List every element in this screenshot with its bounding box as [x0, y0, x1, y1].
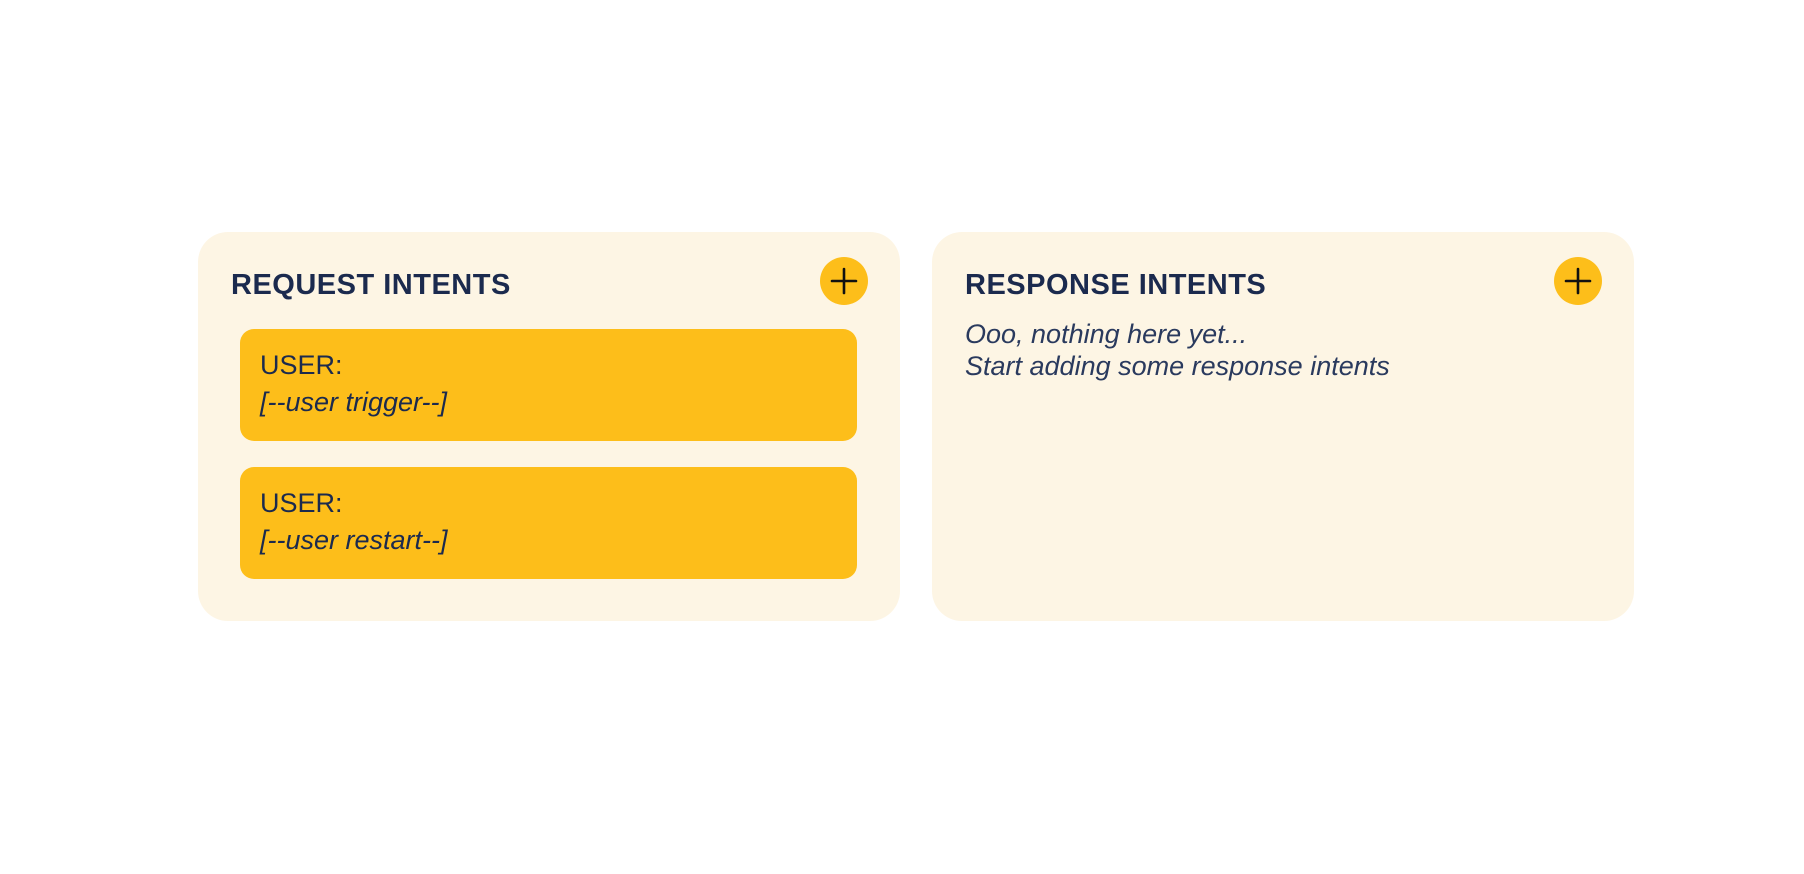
intents-editor: REQUEST INTENTS USER: [--user trigger--]… [0, 0, 1804, 874]
intent-trigger-label: [--user trigger--] [260, 387, 448, 417]
empty-state-line: Ooo, nothing here yet... [965, 319, 1248, 349]
empty-state-message: Ooo, nothing here yet... Start adding so… [965, 318, 1390, 382]
request-intents-panel: REQUEST INTENTS USER: [--user trigger--]… [198, 232, 900, 621]
response-intents-title: RESPONSE INTENTS [965, 269, 1267, 301]
plus-icon [1564, 267, 1592, 295]
intent-trigger-label: [--user restart--] [260, 525, 448, 555]
intent-role-label: USER: [260, 488, 343, 518]
request-intent-card[interactable]: USER: [--user restart--] [240, 467, 857, 579]
add-request-intent-button[interactable] [820, 257, 868, 305]
request-intent-card[interactable]: USER: [--user trigger--] [240, 329, 857, 441]
plus-icon [830, 267, 858, 295]
empty-state-line: Start adding some response intents [965, 351, 1390, 381]
request-intents-title: REQUEST INTENTS [231, 269, 511, 301]
intent-role-label: USER: [260, 350, 343, 380]
add-response-intent-button[interactable] [1554, 257, 1602, 305]
response-intents-panel: RESPONSE INTENTS Ooo, nothing here yet..… [932, 232, 1634, 621]
